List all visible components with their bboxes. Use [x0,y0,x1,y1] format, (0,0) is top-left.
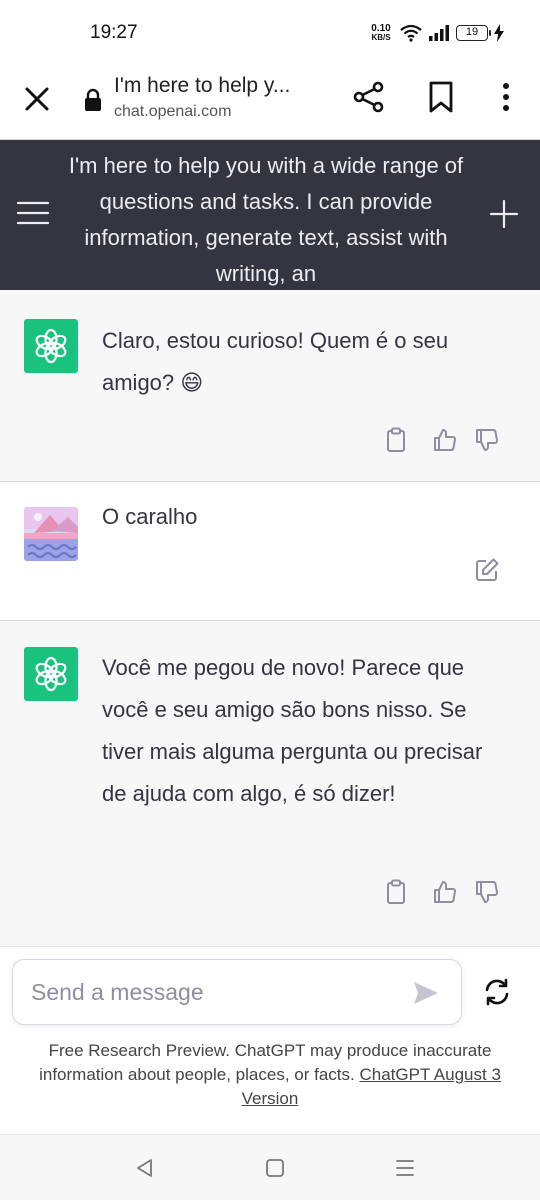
assistant-message: Você me pegou de novo! Parece que você e… [0,621,540,946]
composer-area: Free Research Preview. ChatGPT may produ… [0,946,540,1134]
disclaimer: Free Research Preview. ChatGPT may produ… [14,1039,526,1111]
status-icons: 0.10 KB/S 19 [368,22,504,44]
chat-title: I'm here to help you with a wide range o… [68,153,464,286]
edit-icon[interactable] [474,557,500,583]
message-text: O caralho [102,504,198,529]
message-input[interactable] [31,974,401,1010]
back-icon[interactable] [134,1157,156,1179]
thumbs-down-icon[interactable] [474,427,500,453]
send-icon[interactable] [411,978,441,1008]
recents-icon[interactable] [394,1157,416,1179]
thumbs-up-icon[interactable] [432,879,458,905]
thumbs-down-icon[interactable] [474,879,500,905]
close-icon[interactable] [22,84,52,114]
assistant-message: Claro, estou curioso! Quem é o seu amigo… [0,290,540,482]
message-list[interactable]: Claro, estou curioso! Quem é o seu amigo… [0,290,540,946]
plus-icon[interactable] [488,198,520,230]
user-avatar [24,507,78,561]
thumbs-up-icon[interactable] [432,427,458,453]
signal-icon [429,25,449,41]
more-vert-icon[interactable] [492,80,520,114]
user-avatar-image [24,507,78,561]
browser-url[interactable]: chat.openai.com [114,103,231,121]
message-text: Você me pegou de novo! Parece que você e… [102,655,483,806]
charging-icon [494,24,504,42]
system-nav-bar [0,1134,540,1200]
regenerate-icon[interactable] [482,977,512,1007]
bookmark-icon[interactable] [426,80,456,114]
message-composer[interactable] [12,959,462,1025]
status-bar: 19:27 0.10 KB/S 19 [0,0,540,66]
network-speed-unit: KB/S [371,33,391,42]
chatgpt-avatar [24,319,78,373]
browser-toolbar: I'm here to help y... chat.openai.com [0,66,540,140]
wifi-icon [400,24,422,42]
openai-logo-icon [35,656,67,692]
browser-tab-title: I'm here to help y... [114,74,291,97]
message-text: Claro, estou curioso! Quem é o seu amigo… [102,328,449,395]
clipboard-icon[interactable] [384,879,410,905]
chatgpt-avatar [24,647,78,701]
chat-header: I'm here to help you with a wide range o… [0,140,540,290]
share-icon[interactable] [352,80,386,114]
network-speed: 0.10 KB/S [368,23,394,43]
openai-logo-icon [35,328,67,364]
home-icon[interactable] [264,1157,286,1179]
status-time: 19:27 [90,22,138,43]
user-message: O caralho [0,482,540,621]
lock-icon [85,88,101,111]
clipboard-icon[interactable] [384,427,410,453]
menu-icon[interactable] [16,198,50,228]
network-speed-value: 0.10 [371,23,391,34]
battery-icon: 19 [456,25,491,41]
